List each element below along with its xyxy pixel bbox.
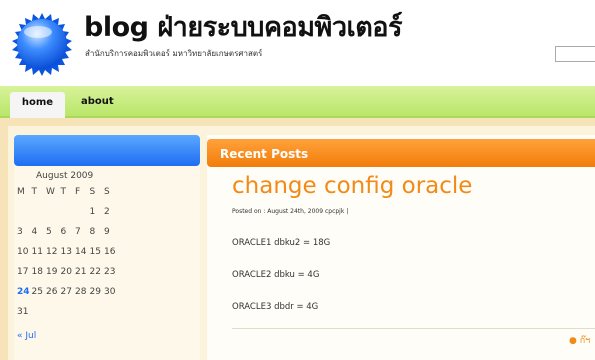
comment-link-label: ก๊ฯ [579,336,591,346]
weekday: S [89,187,96,197]
calendar-day: 8 [89,227,96,237]
calendar-week-row: 12 [17,207,119,221]
search-input[interactable] [555,46,595,62]
calendar-weekday-row: MTWTFSS [17,187,119,201]
weekday: T [60,187,67,197]
calendar-day: 15 [89,247,101,257]
calendar-day: 10 [17,247,29,257]
calendar-day: 1 [89,207,96,217]
weekday: T [31,187,38,197]
calendar-day: 4 [31,227,38,237]
recent-posts-header: Recent Posts [207,139,595,167]
calendar-day: 6 [60,227,67,237]
calendar-caption: August 2009 [36,171,94,181]
calendar-week-row: 31 [17,307,32,321]
calendar-week-row: 3456789 [17,227,119,241]
calendar-prev-month-link[interactable]: « Jul [17,331,36,341]
calendar-day: 28 [75,287,87,297]
calendar-day: 3 [17,227,23,237]
calendar-day: 13 [60,247,72,257]
post-meta: Posted on : August 24th, 2009 cpcpjk | [232,208,349,215]
nav-tab-home[interactable]: home [10,92,65,118]
calendar-day: 23 [104,267,116,277]
calendar-day: 7 [75,227,81,237]
main-content: Recent Posts change config oracle Posted… [207,135,595,360]
weekday: S [104,187,111,197]
weekday: W [46,187,56,197]
calendar-day: 2 [104,207,110,217]
recent-posts-title: Recent Posts [220,147,309,161]
weekday: F [75,187,81,197]
calendar-day: 31 [17,307,29,317]
calendar-day: 22 [89,267,101,277]
post-title-link[interactable]: change config oracle [232,173,472,199]
weekday: M [17,187,26,197]
nav-tab-about[interactable]: about [81,96,114,107]
calendar-day-today[interactable]: 24 [17,287,32,297]
comment-link[interactable]: ● ก๊ฯ [569,333,590,347]
sidebar-header [14,135,200,166]
calendar-week-row: 17 18 19 20 21 22 23 [17,267,119,281]
calendar-week-row: 10 11 12 13 14 15 16 [17,247,119,261]
post-body-line: ORACLE1 dbku2 = 18G [232,238,331,248]
calendar-day: 29 [89,287,101,297]
site-header: blog ฝ่ายระบบคอมพิวเตอร์ สำนักบริการคอมพ… [0,0,595,86]
post-body-line: ORACLE3 dbdr = 4G [232,302,319,312]
bullet-icon: ● [569,336,580,346]
calendar-day: 27 [60,287,72,297]
calendar-day: 9 [104,227,110,237]
blue-ball-logo-icon [12,13,72,76]
calendar-day: 26 [46,287,58,297]
calendar-day: 21 [75,267,87,277]
calendar-day: 30 [104,287,116,297]
nav-bar: home about [0,86,595,118]
post-divider [232,328,595,329]
calendar-day: 25 [31,287,43,297]
calendar-day: 11 [31,247,43,257]
calendar-day: 17 [17,267,29,277]
calendar-day: 14 [75,247,87,257]
post-body-line: ORACLE2 dbku = 4G [232,270,320,280]
calendar-day: 5 [46,227,52,237]
calendar-day: 19 [46,267,58,277]
site-subtitle: สำนักบริการคอมพิวเตอร์ มหาวิทยาลัยเกษตรศ… [85,49,263,58]
calendar-day: 18 [31,267,43,277]
calendar-day: 20 [60,267,72,277]
calendar-day: 16 [104,247,116,257]
calendar-week-row: 24 25 26 27 28 29 30 [17,287,119,301]
site-title[interactable]: blog ฝ่ายระบบคอมพิวเตอร์ [84,13,402,43]
calendar-day: 12 [46,247,58,257]
sidebar: August 2009 MTWTFSS 12 3456789 10 11 12 13 1… [14,135,200,360]
